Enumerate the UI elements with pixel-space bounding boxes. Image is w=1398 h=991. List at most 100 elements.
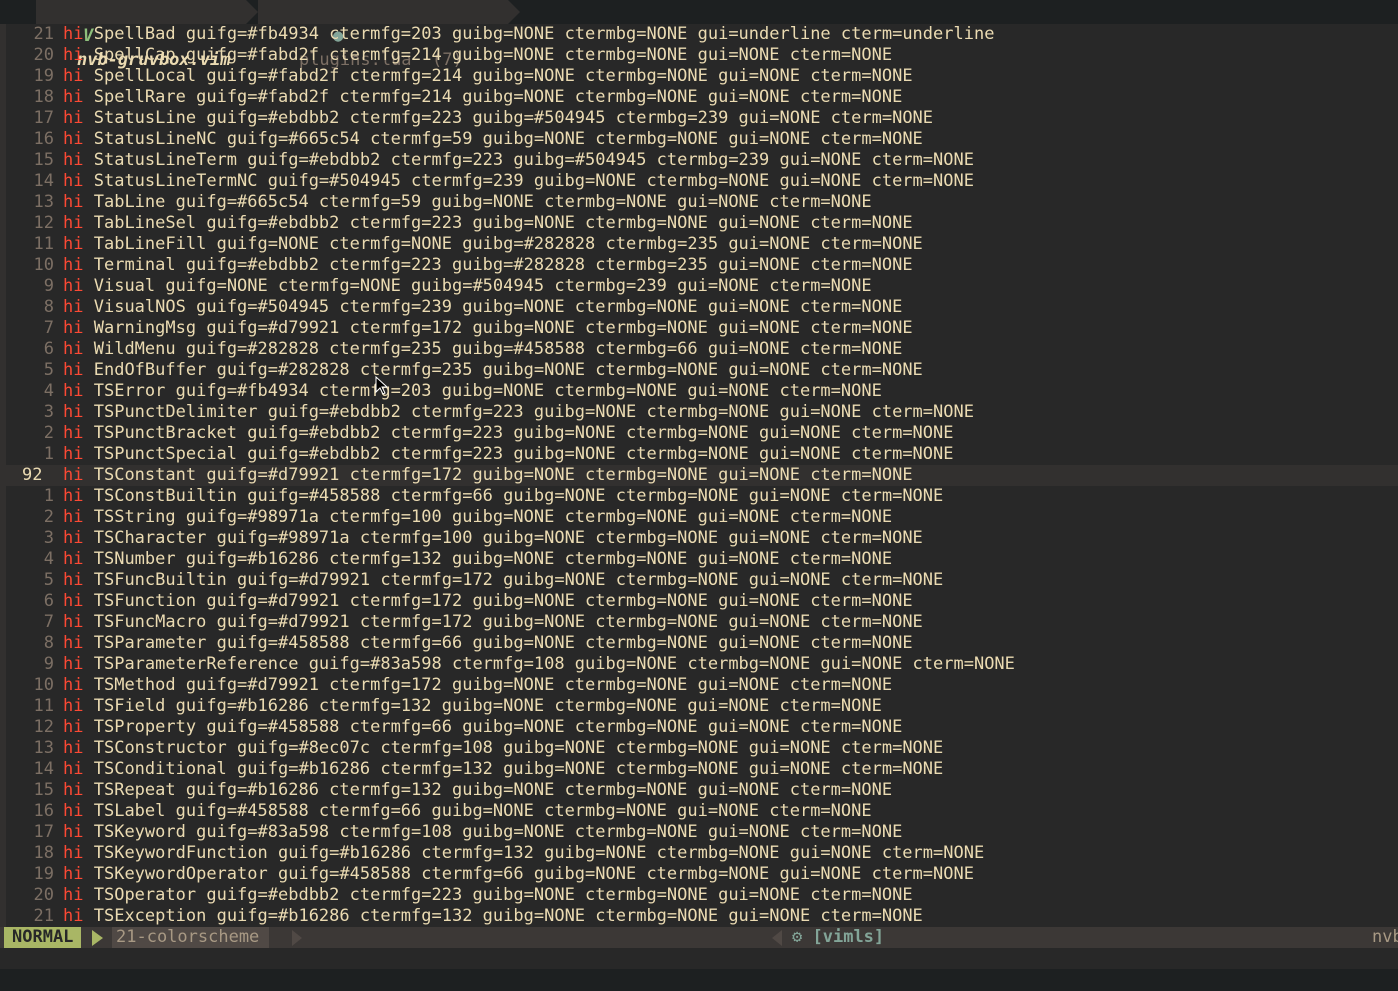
code-line[interactable]: 11 hi TabLineFill guifg=NONE ctermfg=NONE… [0,234,1398,255]
highlight-args: guifg=#b16286 ctermfg=132 guibg=NONE cte… [175,696,882,716]
line-code: hi EndOfBuffer guifg=#282828 ctermfg=235… [63,360,923,381]
highlight-group: VisualNOS [93,297,186,317]
line-number: 15 [33,780,54,800]
code-line[interactable]: 16 hi StatusLineNC guifg=#665c54 ctermfg=… [0,129,1398,150]
editor-buffer[interactable]: 21 hi SpellBad guifg=#fb4934 ctermfg=203 … [0,24,1398,927]
code-line[interactable]: 4 hi TSNumber guifg=#b16286 ctermfg=132 g… [0,549,1398,570]
code-line[interactable]: 2 hi TSString guifg=#98971a ctermfg=100 g… [0,507,1398,528]
highlight-args: guifg=#504945 ctermfg=239 guibg=NONE cte… [196,297,903,317]
hi-keyword: hi [63,318,84,338]
highlight-group: TSFuncMacro [93,612,207,632]
highlight-group: TSFunction [93,591,197,611]
line-number: 16 [33,129,54,149]
code-line[interactable]: 4 hi TSError guifg=#fb4934 ctermfg=203 gu… [0,381,1398,402]
hi-keyword: hi [63,696,84,716]
code-line[interactable]: 7 hi WarningMsg guifg=#d79921 ctermfg=172… [0,318,1398,339]
code-line[interactable]: 13 hi TabLine guifg=#665c54 ctermfg=59 gu… [0,192,1398,213]
highlight-args: guifg=#83a598 ctermfg=108 guibg=NONE cte… [308,654,1015,674]
code-line[interactable]: 14 hi TSConditional guifg=#b16286 ctermfg… [0,759,1398,780]
code-line[interactable]: 8 hi VisualNOS guifg=#504945 ctermfg=239 … [0,297,1398,318]
line-number: 10 [33,675,54,695]
highlight-args: guifg=#458588 ctermfg=66 guibg=NONE cter… [277,864,974,884]
code-line[interactable]: 13 hi TSConstructor guifg=#8ec07c ctermfg… [0,738,1398,759]
line-number: 6 [43,591,54,611]
line-code: hi WildMenu guifg=#282828 ctermfg=235 gu… [63,339,902,360]
code-line[interactable]: 1 hi TSConstBuiltin guifg=#458588 ctermfg… [0,486,1398,507]
highlight-group: TSMethod [93,675,176,695]
line-code: hi TSFuncMacro guifg=#d79921 ctermfg=172… [63,612,923,633]
code-line[interactable]: 3 hi TSPunctDelimiter guifg=#ebdbb2 cterm… [0,402,1398,423]
hi-keyword: hi [63,129,84,149]
code-line[interactable]: 17 hi StatusLine guifg=#ebdbb2 ctermfg=22… [0,108,1398,129]
line-number: 12 [33,213,54,233]
code-line[interactable]: 7 hi TSFuncMacro guifg=#d79921 ctermfg=17… [0,612,1398,633]
code-line[interactable]: 19 hi TSKeywordOperator guifg=#458588 cte… [0,864,1398,885]
line-code: hi StatusLine guifg=#ebdbb2 ctermfg=223 … [63,108,933,129]
code-line[interactable]: 15 hi StatusLineTerm guifg=#ebdbb2 ctermf… [0,150,1398,171]
code-line[interactable]: 19 hi SpellLocal guifg=#fabd2f ctermfg=21… [0,66,1398,87]
code-line[interactable]: 12 hi TabLineSel guifg=#ebdbb2 ctermfg=22… [0,213,1398,234]
code-line[interactable]: 20 hi SpellCap guifg=#fabd2f ctermfg=214 … [0,45,1398,66]
code-line[interactable]: 21 hi SpellBad guifg=#fb4934 ctermfg=203 … [0,24,1398,45]
highlight-group: TSKeywordFunction [93,843,268,863]
tab-plugins-lua[interactable]: ● plugins.lua (7) [258,0,508,70]
hi-keyword: hi [63,864,84,884]
highlight-args: guifg=#ebdbb2 ctermfg=223 guibg=NONE cte… [206,213,913,233]
highlight-group: EndOfBuffer [93,360,207,380]
code-line[interactable]: 6 hi TSFunction guifg=#d79921 ctermfg=172… [0,591,1398,612]
code-line[interactable]: 16 hi TSLabel guifg=#458588 ctermfg=66 gu… [0,801,1398,822]
highlight-args: guifg=#458588 ctermfg=66 guibg=NONE cter… [247,486,944,506]
code-line[interactable]: 12 hi TSProperty guifg=#458588 ctermfg=66… [0,717,1398,738]
code-line[interactable]: 18 hi SpellRare guifg=#fabd2f ctermfg=214… [0,87,1398,108]
highlight-args: guifg=NONE ctermfg=NONE guibg=#504945 ct… [165,276,872,296]
line-code: hi SpellRare guifg=#fabd2f ctermfg=214 g… [63,87,902,108]
line-number: 7 [43,318,54,338]
statusline-trailing-text: nvb [1372,927,1398,947]
line-number: 20 [33,45,54,65]
highlight-group: TSConstant [93,465,197,485]
code-line[interactable]: 14 hi StatusLineTermNC guifg=#504945 cter… [0,171,1398,192]
tab-nvb-gruvbox-vim[interactable]: V nvb-gruvbox.vim [36,0,246,70]
highlight-args: guifg=#d79921 ctermfg=172 guibg=NONE cte… [206,318,913,338]
code-line[interactable]: 10 hi Terminal guifg=#ebdbb2 ctermfg=223 … [0,255,1398,276]
highlight-args: guifg=#fabd2f ctermfg=214 guibg=NONE cte… [185,45,893,65]
code-line[interactable]: 5 hi EndOfBuffer guifg=#282828 ctermfg=23… [0,360,1398,381]
hi-keyword: hi [63,255,84,275]
line-code: hi TSError guifg=#fb4934 ctermfg=203 gui… [63,381,882,402]
line-code: hi TSField guifg=#b16286 ctermfg=132 gui… [63,696,882,717]
command-line[interactable] [0,948,1398,969]
code-line[interactable]: 10 hi TSMethod guifg=#d79921 ctermfg=172 … [0,675,1398,696]
line-code: hi TSParameterReference guifg=#83a598 ct… [63,654,1015,675]
code-line[interactable]: 9 hi Visual guifg=NONE ctermfg=NONE guibg… [0,276,1398,297]
code-line[interactable]: 8 hi TSParameter guifg=#458588 ctermfg=66… [0,633,1398,654]
code-line[interactable]: 9 hi TSParameterReference guifg=#83a598 c… [0,654,1398,675]
code-line[interactable]: 1 hi TSPunctSpecial guifg=#ebdbb2 ctermfg… [0,444,1398,465]
hi-keyword: hi [63,24,84,44]
hi-keyword: hi [63,822,84,842]
code-line[interactable]: 5 hi TSFuncBuiltin guifg=#d79921 ctermfg=… [0,570,1398,591]
code-line[interactable]: 20 hi TSOperator guifg=#ebdbb2 ctermfg=22… [0,885,1398,906]
line-number: 16 [33,801,54,821]
hi-keyword: hi [63,234,84,254]
highlight-group: TSParameterReference [93,654,299,674]
code-line[interactable]: 21 hi TSException guifg=#b16286 ctermfg=1… [0,906,1398,927]
line-code: hi TSLabel guifg=#458588 ctermfg=66 guib… [63,801,872,822]
hi-keyword: hi [63,360,84,380]
code-line[interactable]: 11 hi TSField guifg=#b16286 ctermfg=132 g… [0,696,1398,717]
hi-keyword: hi [63,738,84,758]
code-line[interactable]: 18 hi TSKeywordFunction guifg=#b16286 cte… [0,843,1398,864]
highlight-args: guifg=#98971a ctermfg=100 guibg=NONE cte… [185,507,893,527]
hi-keyword: hi [63,108,84,128]
cursor-line[interactable]: 92 hi TSConstant guifg=#d79921 ctermfg=17… [0,465,1398,486]
hi-keyword: hi [63,276,84,296]
highlight-group: TSNumber [93,549,176,569]
hi-keyword: hi [63,549,84,569]
code-line[interactable]: 3 hi TSCharacter guifg=#98971a ctermfg=10… [0,528,1398,549]
code-line[interactable]: 15 hi TSRepeat guifg=#b16286 ctermfg=132 … [0,780,1398,801]
code-line[interactable]: 17 hi TSKeyword guifg=#83a598 ctermfg=108… [0,822,1398,843]
highlight-group: StatusLineTermNC [93,171,258,191]
highlight-group: TabLine [93,192,166,212]
hi-keyword: hi [63,654,84,674]
code-line[interactable]: 6 hi WildMenu guifg=#282828 ctermfg=235 g… [0,339,1398,360]
code-line[interactable]: 2 hi TSPunctBracket guifg=#ebdbb2 ctermfg… [0,423,1398,444]
